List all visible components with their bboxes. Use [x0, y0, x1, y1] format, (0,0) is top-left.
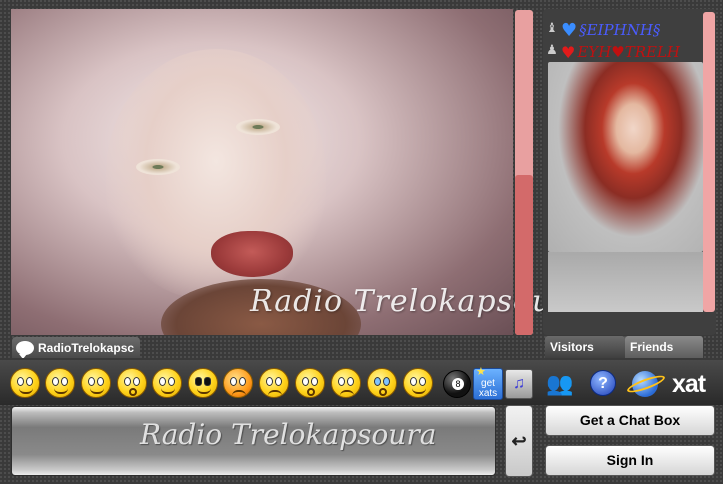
xat-logo[interactable]: xat — [625, 369, 718, 399]
background-lips — [211, 231, 293, 277]
background-eye-right — [236, 119, 280, 135]
user-list-scrollbar[interactable] — [703, 12, 715, 312]
input-background-watermark: Radio Trelokapsoura — [140, 418, 437, 451]
get-xats-label-2: xats — [478, 388, 498, 399]
heart-icon: ♥ — [561, 42, 576, 62]
smiley-surprised-icon[interactable] — [117, 368, 147, 398]
smiley-eek-icon[interactable] — [295, 368, 325, 398]
chat-name-tab[interactable]: RadioTrelokapsc — [12, 337, 140, 358]
chat-background-watermark: Radio Trelokapsoura — [250, 284, 587, 319]
smiley-smile2-icon[interactable] — [152, 368, 182, 398]
user-name: EYH♥TRELH — [577, 43, 681, 61]
smiley-biggrin-icon[interactable] — [45, 368, 75, 398]
smiley-mad-icon[interactable] — [223, 368, 253, 398]
sound-icon[interactable]: ♫ — [505, 369, 533, 399]
eightball-label: 8 — [452, 378, 464, 390]
smiley-redface-icon[interactable] — [403, 368, 433, 398]
sign-in-button[interactable]: Sign In — [545, 445, 715, 476]
user-avatar-image[interactable] — [548, 62, 703, 252]
smiley-smile-icon[interactable] — [10, 368, 40, 398]
smiley-cool-icon[interactable] — [188, 368, 218, 398]
heart-icon: ♥ — [561, 19, 578, 41]
send-button[interactable]: ↩ — [505, 405, 533, 477]
rank-icon: ♝ — [546, 21, 558, 36]
eightball-icon[interactable]: 8 — [443, 370, 471, 398]
speech-bubble-icon — [16, 340, 34, 358]
users-icon[interactable]: 👥 — [546, 370, 574, 398]
smiley-sad-icon[interactable] — [331, 368, 361, 398]
help-icon[interactable]: ? — [590, 370, 616, 396]
get-xats-button[interactable]: get xats — [473, 367, 503, 400]
user-list-item[interactable]: ♟ ♥ EYH♥TRELH — [545, 41, 680, 63]
background-eye-left — [136, 159, 180, 175]
smiley-wink-icon[interactable] — [81, 368, 111, 398]
tab-friends[interactable]: Friends — [625, 336, 703, 358]
chat-name-label: RadioTrelokapsc — [38, 340, 135, 355]
get-chat-box-button[interactable]: Get a Chat Box — [545, 405, 715, 436]
tab-visitors[interactable]: Visitors — [545, 336, 625, 358]
user-name: §EIPHNH§ — [579, 21, 661, 39]
smiley-cry-icon[interactable] — [367, 368, 397, 398]
smiley-confused-icon[interactable] — [259, 368, 289, 398]
xat-logo-text: xat — [672, 370, 706, 398]
rank-icon: ♟ — [546, 43, 558, 58]
chat-scroll-thumb[interactable] — [515, 175, 533, 335]
user-avatar-backdrop — [548, 252, 703, 312]
user-list-item[interactable]: ♝ ♥ §EIPHNH§ — [545, 19, 660, 41]
